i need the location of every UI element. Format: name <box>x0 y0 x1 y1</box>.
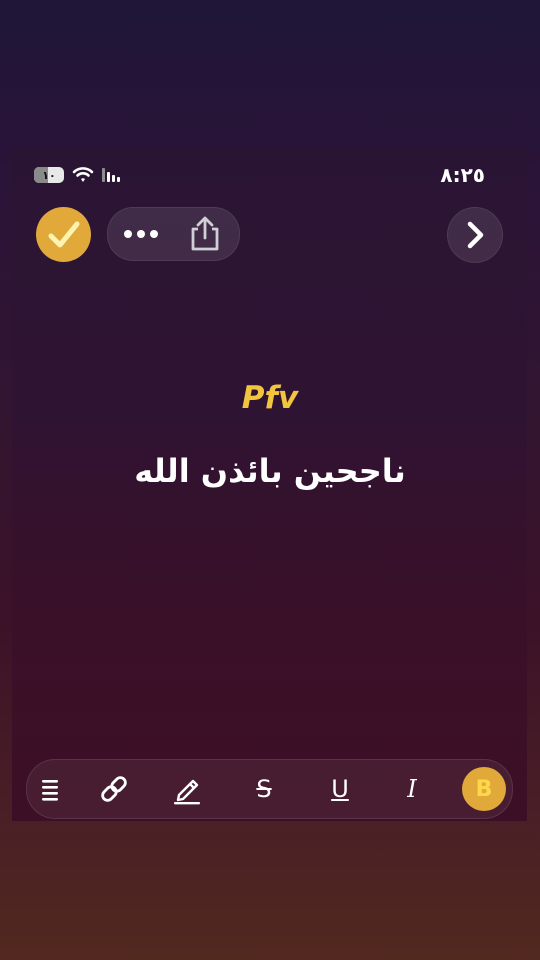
ellipsis-icon <box>124 230 158 238</box>
share-icon[interactable] <box>186 216 224 252</box>
list-button[interactable] <box>30 769 70 809</box>
bold-button[interactable]: B <box>462 767 506 811</box>
highlighter-icon <box>174 779 200 805</box>
next-button[interactable] <box>447 207 503 263</box>
link-icon <box>101 776 127 802</box>
underline-button[interactable]: U <box>320 769 360 809</box>
status-bar: ١٠ ٨:٢٥ <box>30 163 485 189</box>
italic-button[interactable]: I <box>392 769 432 809</box>
signal-icon <box>102 168 120 182</box>
status-time: ٨:٢٥ <box>440 163 485 187</box>
story-title-text[interactable]: Pfv <box>0 380 540 416</box>
list-icon <box>42 780 58 801</box>
chevron-right-icon <box>467 221 484 249</box>
wifi-icon <box>72 167 94 182</box>
strikethrough-button[interactable]: S <box>244 769 284 809</box>
checkmark-icon <box>48 221 79 247</box>
battery-icon: ١٠ <box>34 167 64 183</box>
format-toolbar: S U I B <box>26 759 513 819</box>
link-button[interactable] <box>94 769 134 809</box>
battery-level: ١٠ <box>42 168 56 182</box>
done-button[interactable] <box>36 207 91 262</box>
story-body-text[interactable]: ناجحين بائذن الله <box>0 452 540 490</box>
actions-pill <box>107 207 240 261</box>
more-button[interactable] <box>118 222 164 246</box>
highlight-button[interactable] <box>167 769 207 809</box>
